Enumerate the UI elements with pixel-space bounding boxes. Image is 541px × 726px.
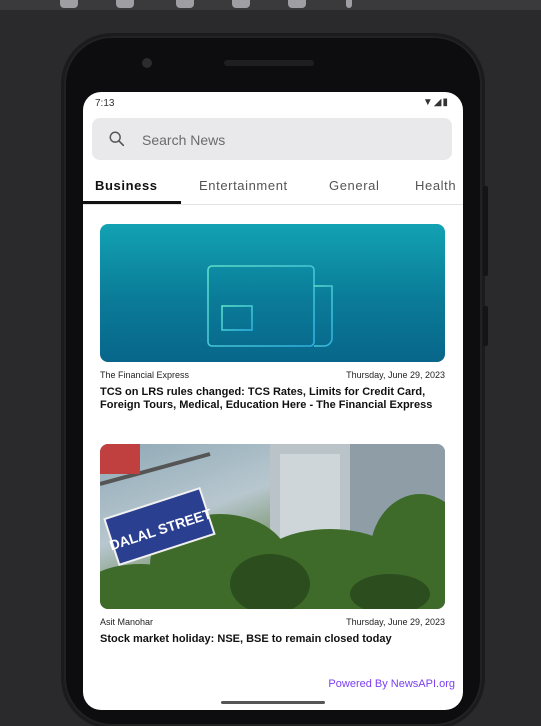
article-title[interactable]: TCS on LRS rules changed: TCS Rates, Lim… (100, 386, 445, 412)
dalal-street-photo: DALAL STREET (100, 444, 445, 609)
more-icon[interactable] (346, 0, 352, 8)
tab-general[interactable]: General (329, 178, 379, 193)
earpiece-speaker (224, 60, 314, 66)
article-title[interactable]: Stock market holiday: NSE, BSE to remain… (100, 633, 445, 646)
search-bar[interactable] (92, 118, 452, 160)
camera-icon[interactable] (176, 0, 194, 8)
news-feed[interactable]: The Financial Express Thursday, June 29,… (83, 206, 463, 676)
news-card[interactable]: DALAL STREET Asit Manohar Thursday, June… (100, 444, 445, 646)
tab-indicator (83, 201, 181, 204)
article-date: Thursday, June 29, 2023 (346, 617, 445, 627)
tab-business[interactable]: Business (95, 178, 158, 193)
powered-by-label[interactable]: Powered By NewsAPI.org (326, 678, 457, 690)
status-icons: ▼◢▮ (422, 97, 449, 108)
emulator-toolbar (0, 0, 541, 10)
status-time: 7:13 (95, 98, 115, 109)
newspaper-icon (207, 265, 333, 347)
article-image: DALAL STREET (100, 444, 445, 609)
article-source: The Financial Express (100, 370, 190, 380)
video-icon[interactable] (232, 0, 250, 8)
front-camera (142, 58, 152, 68)
powered-brand[interactable]: NewsAPI.org (391, 678, 455, 690)
status-bar: 7:13 ▼◢▮ (83, 92, 463, 116)
article-image (100, 224, 445, 362)
power-icon[interactable] (60, 0, 78, 8)
search-input[interactable] (140, 126, 434, 154)
app-screen: 7:13 ▼◢▮ Business Entertainment General … (83, 92, 463, 710)
tab-entertainment[interactable]: Entertainment (199, 178, 288, 193)
tab-health[interactable]: Health (415, 178, 456, 193)
rotate-icon[interactable] (288, 0, 306, 8)
article-source: Asit Manohar (100, 617, 154, 627)
powered-prefix: Powered By (328, 678, 391, 690)
volume-icon[interactable] (116, 0, 134, 8)
category-tabs: Business Entertainment General Health (83, 170, 463, 205)
news-card[interactable]: The Financial Express Thursday, June 29,… (100, 224, 445, 412)
phone-frame: 7:13 ▼◢▮ Business Entertainment General … (64, 36, 488, 726)
volume-button[interactable] (483, 186, 488, 276)
power-button[interactable] (483, 306, 488, 346)
home-indicator[interactable] (221, 701, 325, 704)
article-date: Thursday, June 29, 2023 (346, 370, 445, 380)
search-icon (109, 131, 125, 147)
